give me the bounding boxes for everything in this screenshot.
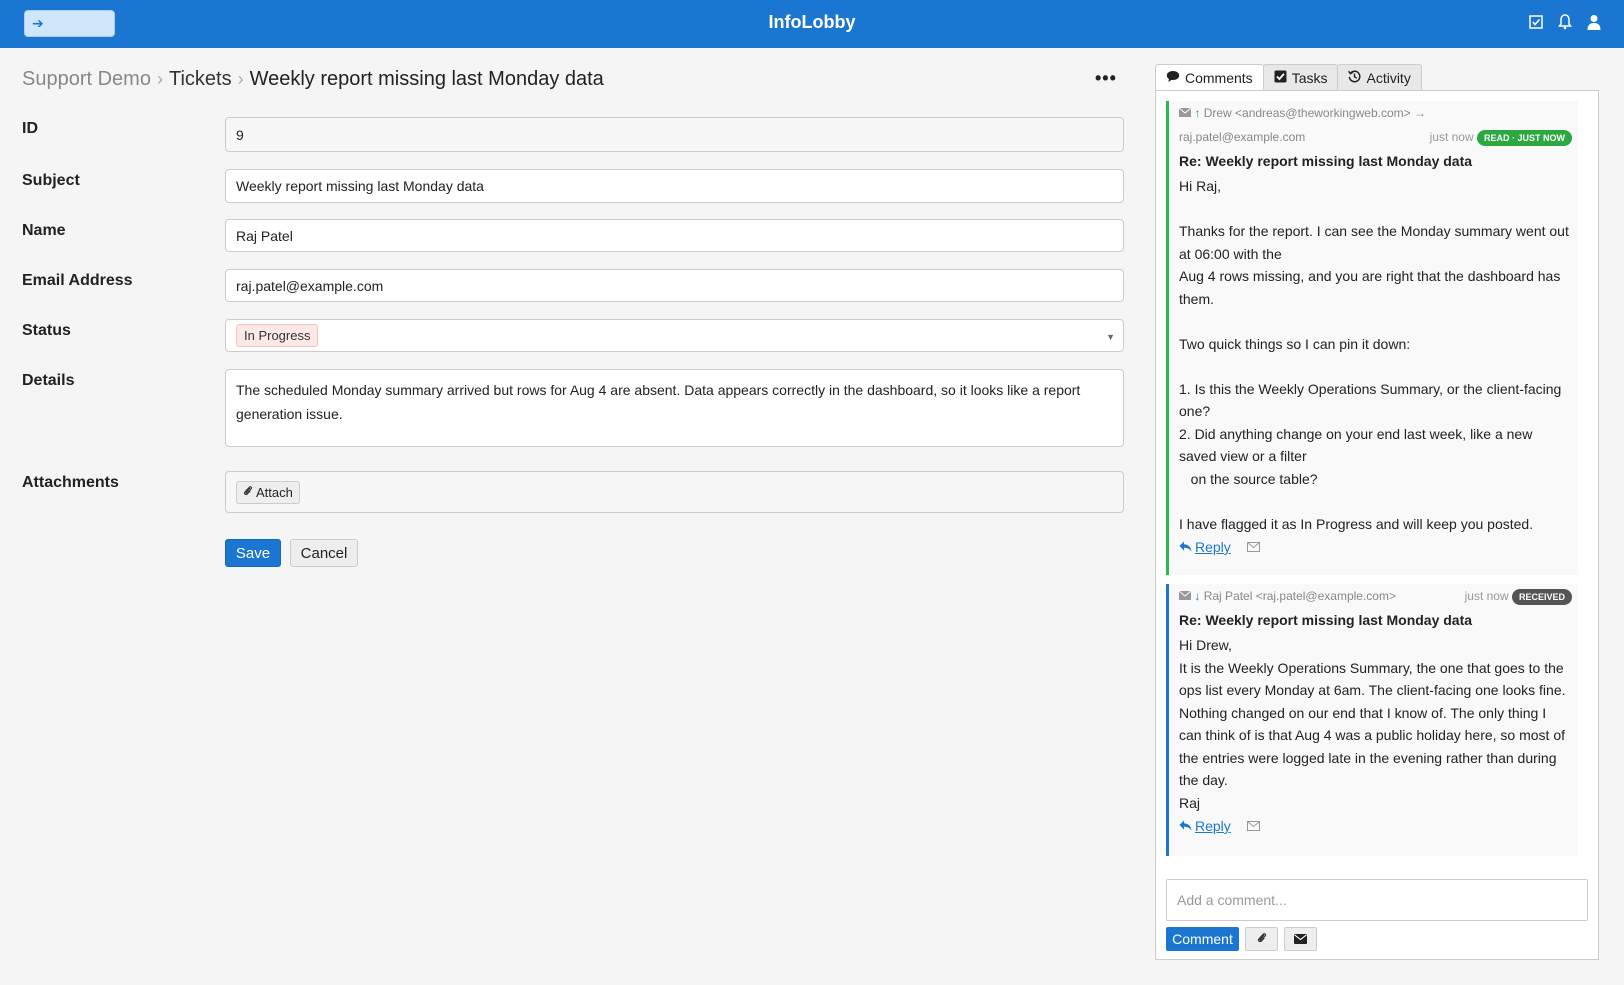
comment-from: Drew <andreas@theworkingweb.com> →	[1203, 106, 1426, 120]
side-tabs: Comments Tasks Activity	[1155, 64, 1422, 91]
attach-file-button[interactable]	[1245, 927, 1278, 951]
attachments-label: Attachments	[22, 474, 119, 491]
breadcrumb-app[interactable]: Tickets	[169, 68, 232, 90]
received-badge: RECEIVED	[1511, 588, 1572, 605]
attach-button[interactable]: Attach	[236, 480, 300, 504]
comment-subject: Re: Weekly report missing last Monday da…	[1179, 153, 1473, 169]
history-icon	[1348, 70, 1361, 86]
comment-body: Hi Drew, It is the Weekly Operations Sum…	[1179, 637, 1566, 811]
cancel-button[interactable]: Cancel	[290, 539, 358, 567]
incoming-arrow-icon: ↓	[1194, 589, 1201, 603]
envelope-icon	[1294, 931, 1307, 947]
reply-button[interactable]: Reply	[1179, 539, 1231, 555]
comment-time: just now	[1464, 589, 1509, 603]
comments-panel: ↑ Drew <andreas@theworkingweb.com> → raj…	[1155, 90, 1599, 960]
comment-time: just now	[1429, 130, 1474, 144]
name-label: Name	[22, 222, 66, 239]
top-bar: ➔ InfoLobby	[0, 0, 1624, 48]
envelope-icon	[1178, 106, 1194, 120]
bell-icon[interactable]	[1557, 13, 1573, 31]
check-square-icon	[1274, 70, 1287, 86]
name-input[interactable]: Raj Patel	[225, 219, 1124, 252]
email-reply-icon[interactable]	[1246, 818, 1260, 834]
tab-comments[interactable]: Comments	[1155, 64, 1264, 91]
subject-input[interactable]: Weekly report missing last Monday data	[225, 169, 1124, 203]
comment-input[interactable]: Add a comment...	[1166, 879, 1588, 921]
reply-label: Reply	[1195, 818, 1231, 834]
caret-down-icon: ▼	[1106, 332, 1115, 342]
reply-icon	[1179, 539, 1192, 555]
breadcrumb-separator: ›	[156, 69, 163, 89]
breadcrumb: Support Demo › Tickets › Weekly report missi…	[22, 68, 604, 91]
user-icon[interactable]	[1586, 13, 1602, 31]
subject-label: Subject	[22, 172, 80, 189]
status-badge: In Progress	[236, 324, 319, 347]
tasks-checkbox-icon[interactable]	[1528, 13, 1544, 31]
app-title: InfoLobby	[768, 12, 856, 32]
comment-icon	[1166, 70, 1180, 86]
tab-tasks-label: Tasks	[1291, 70, 1328, 86]
email-input[interactable]: raj.patel@example.com	[225, 269, 1124, 302]
paperclip-icon	[243, 485, 253, 500]
paperclip-icon	[1257, 931, 1267, 947]
email-label: Email Address	[22, 272, 133, 289]
comment-from: Raj Patel <raj.patel@example.com>	[1203, 589, 1396, 603]
page-title: Weekly report missing last Monday data	[249, 68, 604, 90]
id-label: ID	[22, 120, 38, 137]
comment-item: ↑ Drew <andreas@theworkingweb.com> → raj…	[1166, 101, 1578, 575]
reply-button[interactable]: Reply	[1179, 818, 1231, 834]
status-select[interactable]: In Progress ▼	[225, 319, 1124, 352]
attachments-field: Attach	[225, 471, 1124, 513]
comment-item: ↓ Raj Patel <raj.patel@example.com> just…	[1166, 584, 1578, 856]
attach-button-label: Attach	[256, 484, 293, 500]
tab-comments-label: Comments	[1185, 70, 1253, 86]
envelope-icon	[1178, 589, 1194, 603]
comment-meta: ↑ Drew <andreas@theworkingweb.com> → raj…	[1178, 101, 1572, 149]
send-email-button[interactable]	[1284, 927, 1317, 951]
read-badge: READ · JUST NOW	[1477, 129, 1572, 146]
tab-tasks[interactable]: Tasks	[1262, 64, 1339, 91]
details-label: Details	[22, 372, 75, 389]
comment-meta: ↓ Raj Patel <raj.patel@example.com> just…	[1178, 584, 1572, 608]
outgoing-arrow-icon: ↑	[1194, 106, 1201, 120]
breadcrumb-workspace[interactable]: Support Demo	[22, 68, 151, 90]
comment-to: raj.patel@example.com	[1179, 130, 1306, 144]
breadcrumb-separator: ›	[237, 69, 244, 89]
comment-subject: Re: Weekly report missing last Monday da…	[1179, 612, 1473, 628]
details-textarea[interactable]: The scheduled Monday summary arrived but…	[225, 369, 1124, 447]
email-reply-icon[interactable]	[1246, 539, 1260, 555]
comment-button[interactable]: Comment	[1166, 927, 1239, 951]
save-button[interactable]: Save	[225, 539, 281, 567]
tab-activity-label: Activity	[1366, 70, 1411, 86]
status-label: Status	[22, 322, 71, 339]
comment-body: Hi Raj, Thanks for the report. I can see…	[1179, 178, 1569, 532]
id-field: 9	[225, 117, 1124, 152]
reply-label: Reply	[1195, 539, 1231, 555]
tab-activity[interactable]: Activity	[1337, 64, 1422, 91]
reply-icon	[1179, 818, 1192, 834]
more-options-icon[interactable]: •••	[1095, 68, 1117, 89]
